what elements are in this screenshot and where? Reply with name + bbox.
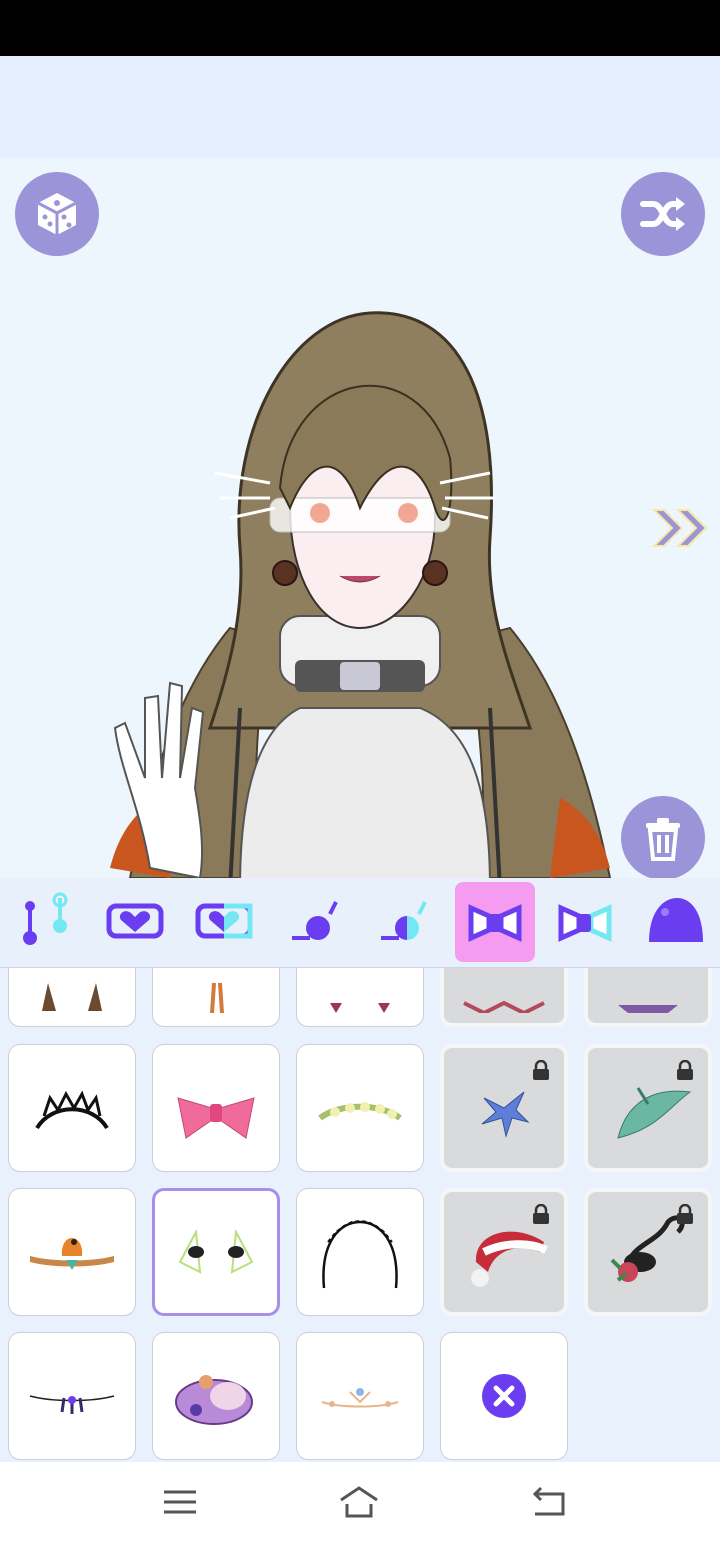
item-remove-accessory[interactable] <box>440 1332 568 1460</box>
avatar-stage <box>0 158 720 878</box>
eye-lash-icon <box>292 901 338 940</box>
close-icon <box>482 1374 526 1418</box>
item-gold-circlet[interactable] <box>296 1332 424 1460</box>
pose-lines-icon <box>23 892 68 945</box>
home-icon[interactable] <box>337 1482 381 1522</box>
braids-icon <box>210 982 224 1013</box>
item-vr-earpieces[interactable] <box>152 1188 280 1316</box>
cat-ears-icon <box>463 1000 545 1013</box>
delete-button[interactable] <box>621 796 705 878</box>
avatar-character <box>110 311 612 878</box>
tab-hat[interactable] <box>635 882 715 962</box>
item-bow-purple[interactable] <box>584 968 712 1027</box>
bow-icon <box>177 1097 255 1139</box>
tab-eyes-half[interactable] <box>363 882 443 962</box>
shuffle-button[interactable] <box>621 172 705 256</box>
item-black-tiara[interactable] <box>8 1044 136 1172</box>
bird-branch-icon <box>30 1238 114 1270</box>
item-green-leaf[interactable] <box>584 1044 712 1172</box>
item-grid <box>0 968 720 1462</box>
lock-icon <box>533 1204 549 1224</box>
system-nav-bar <box>0 1462 720 1544</box>
horns-icon <box>330 1003 390 1013</box>
circlet-icon <box>321 1388 399 1408</box>
bow-icon <box>618 1005 678 1013</box>
heart-mouth-icon <box>106 903 164 939</box>
item-bird-branch[interactable] <box>8 1188 136 1316</box>
item-braids-orange[interactable] <box>152 968 280 1027</box>
tab-mouth-half[interactable] <box>184 882 264 962</box>
eye-lash-half-icon <box>381 901 427 940</box>
top-banner-area <box>0 56 720 158</box>
heart-mouth-half-icon <box>195 903 253 939</box>
vr-earpieces-icon <box>178 1228 254 1274</box>
random-avatar-button[interactable] <box>15 172 99 256</box>
item-flower-crown[interactable] <box>296 1044 424 1172</box>
shuffle-icon <box>640 197 685 231</box>
item-horns-brown[interactable] <box>8 968 136 1027</box>
item-bead-chain[interactable] <box>8 1332 136 1460</box>
bow-half-icon <box>558 904 612 942</box>
item-santa-hat[interactable] <box>440 1188 568 1316</box>
bow-icon <box>468 904 522 942</box>
lock-icon <box>677 1204 693 1224</box>
dice-icon <box>37 193 77 235</box>
status-bar <box>0 0 720 56</box>
tab-mouth-full[interactable] <box>95 882 175 962</box>
app-screen <box>0 0 720 1544</box>
horns-icon <box>42 983 102 1011</box>
item-pink-bow[interactable] <box>152 1044 280 1172</box>
item-horns-red[interactable] <box>296 968 424 1027</box>
tab-pose[interactable] <box>6 882 86 962</box>
menu-icon[interactable] <box>158 1482 202 1522</box>
trash-icon <box>646 818 680 861</box>
headband-icon <box>322 1219 398 1289</box>
tab-eyes-full[interactable] <box>274 882 354 962</box>
item-purple-shell-hat[interactable] <box>152 1332 280 1460</box>
item-cat-ears-red[interactable] <box>440 968 568 1027</box>
lock-icon <box>533 1060 549 1080</box>
flower-crown-icon <box>318 1102 402 1121</box>
shell-hat-icon <box>175 1375 253 1425</box>
lock-icon <box>677 1060 693 1080</box>
item-scorpion-rose[interactable] <box>584 1188 712 1316</box>
double-chevron-right-icon[interactable] <box>650 506 712 550</box>
item-black-headband[interactable] <box>296 1188 424 1316</box>
slime-hat-icon <box>649 898 703 942</box>
back-icon[interactable] <box>527 1482 571 1522</box>
tab-hair-accessory-half[interactable] <box>545 882 625 962</box>
bead-chain-icon <box>29 1395 115 1414</box>
tab-hair-accessory[interactable] <box>455 882 535 962</box>
item-blue-flower[interactable] <box>440 1044 568 1172</box>
category-tab-bar <box>0 878 720 968</box>
tiara-icon <box>35 1090 109 1130</box>
